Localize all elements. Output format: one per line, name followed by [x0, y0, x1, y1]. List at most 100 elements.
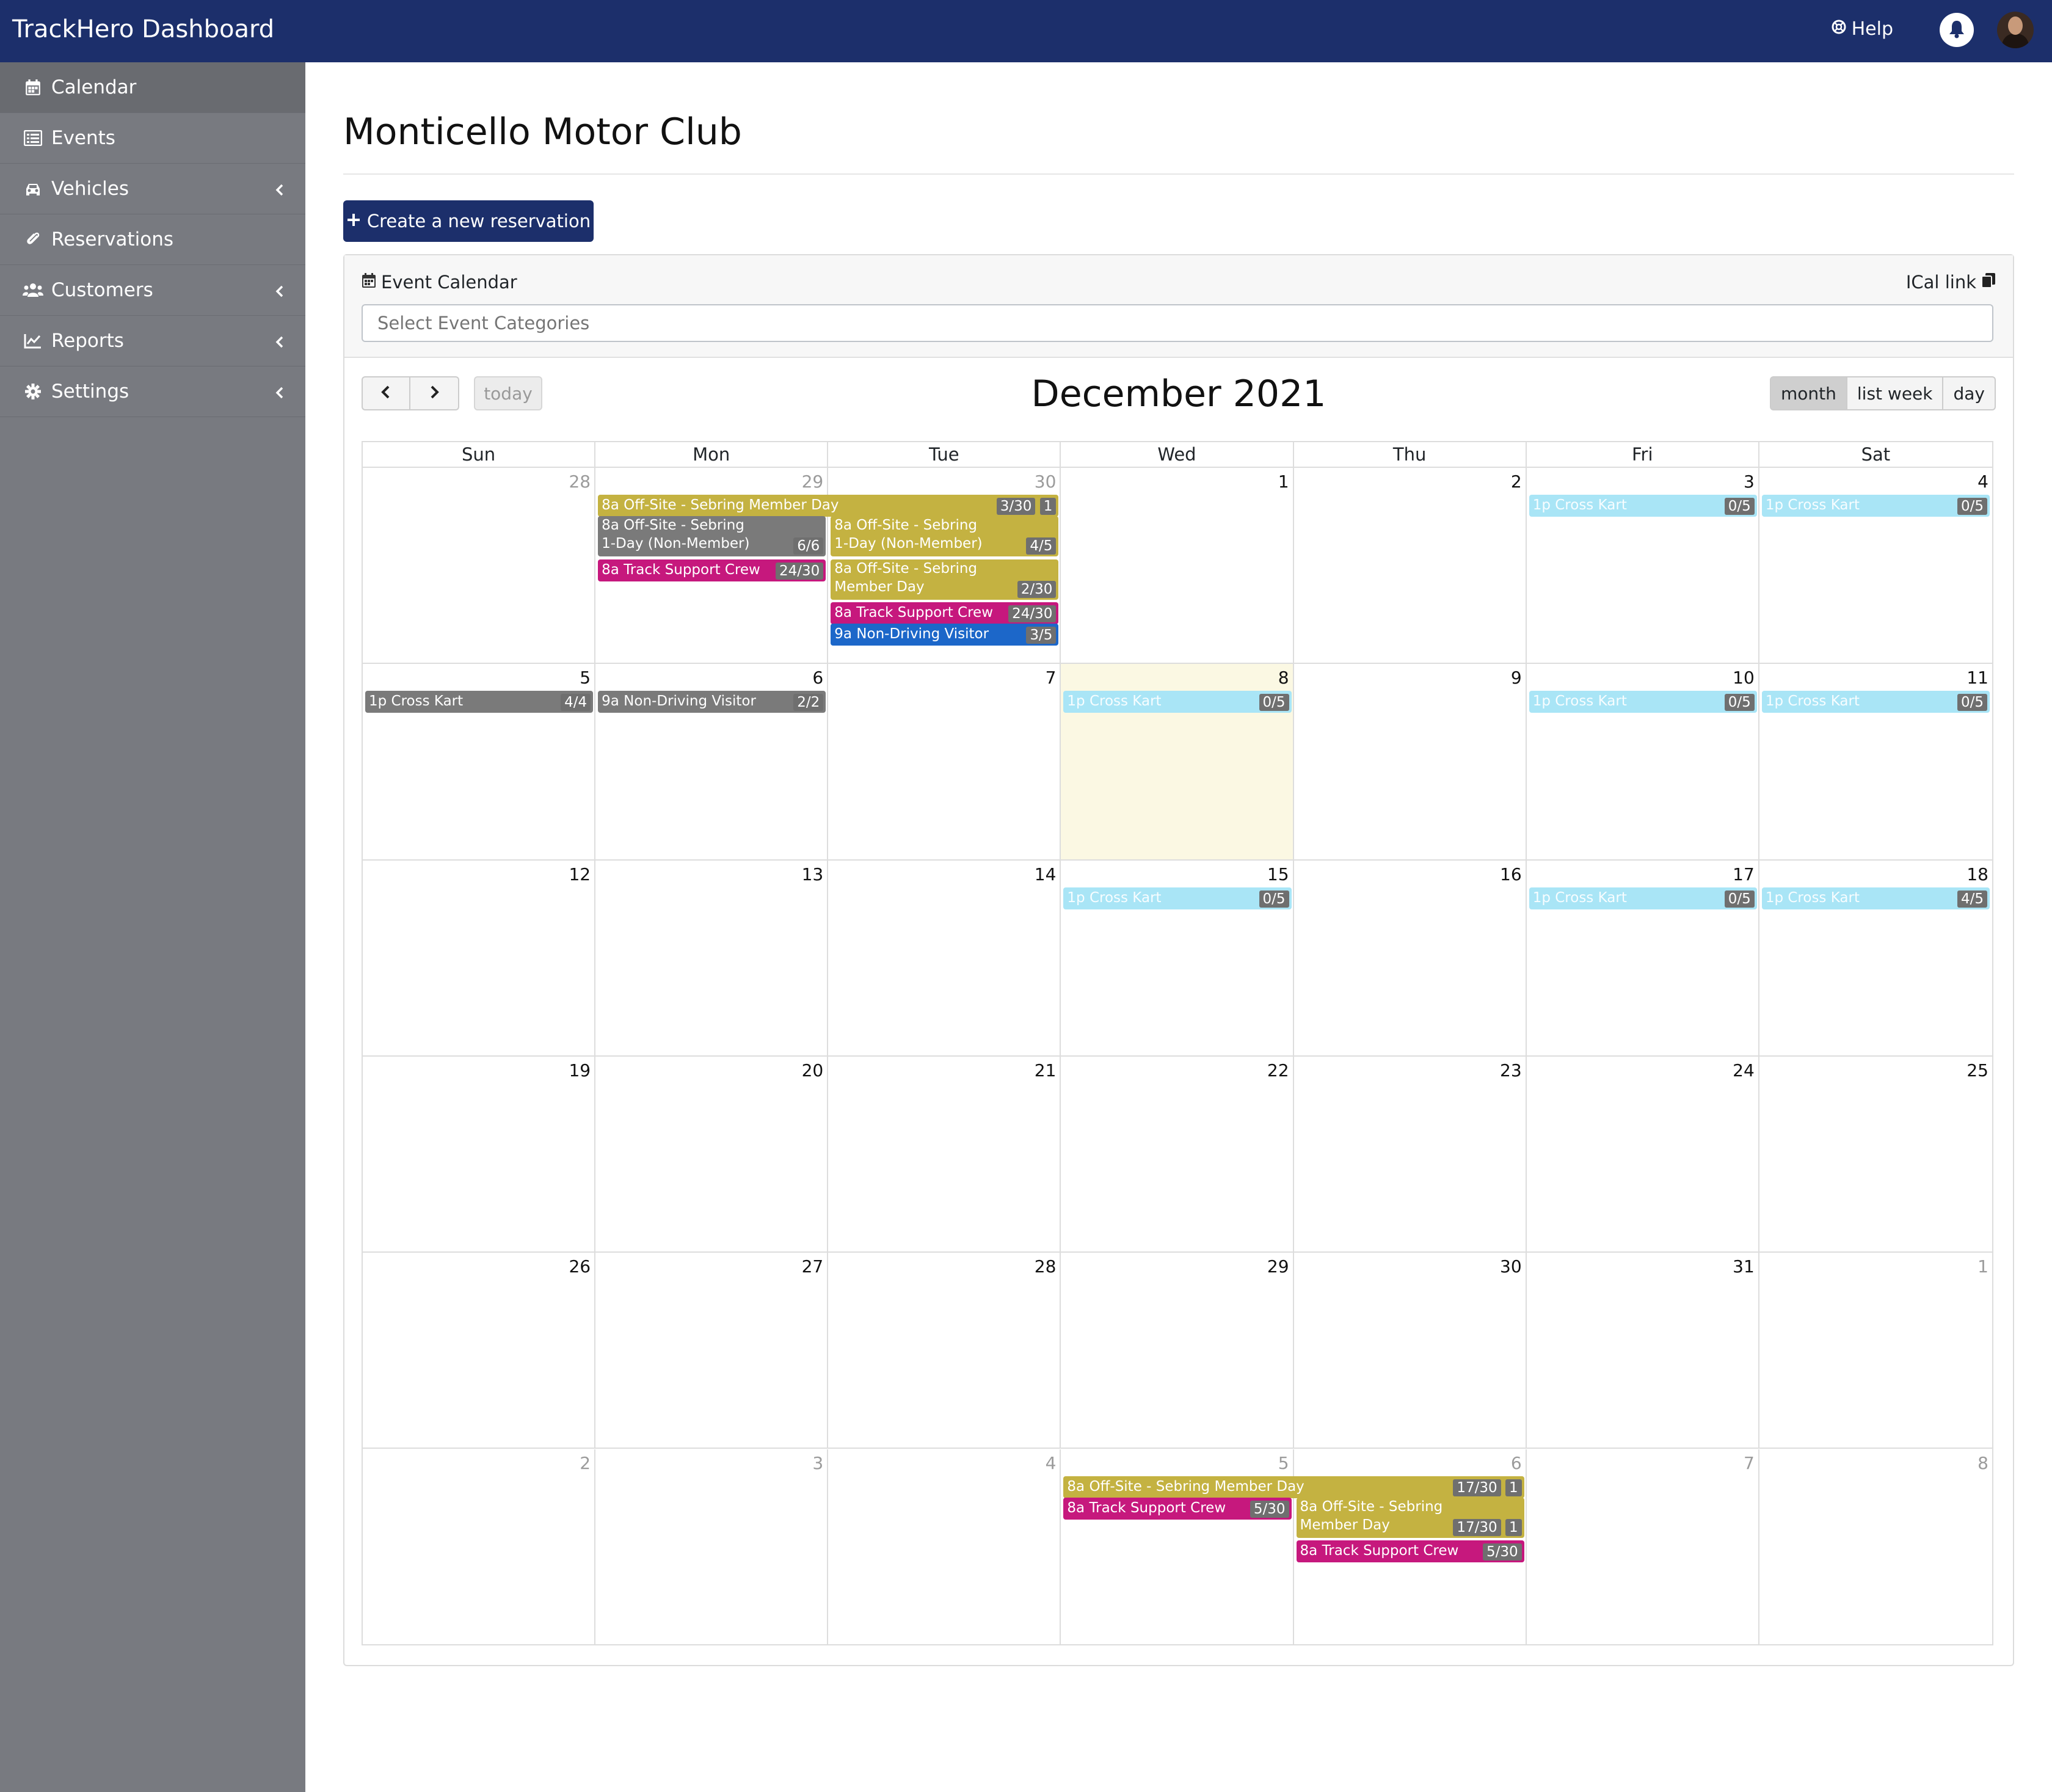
sidebar-item-customers[interactable]: Customers	[0, 265, 305, 316]
user-avatar[interactable]	[1997, 12, 2034, 48]
day-number[interactable]: 15	[1267, 864, 1289, 885]
day-number[interactable]: 18	[1967, 864, 1988, 885]
day-number[interactable]: 12	[569, 864, 591, 885]
calendar-event[interactable]: 9a Non-Driving Visitor 2/2	[598, 691, 826, 713]
day-cell[interactable]: 13	[595, 860, 829, 1057]
day-number[interactable]: 1	[1977, 1256, 1988, 1277]
ical-link[interactable]: ICal link	[1906, 270, 1996, 294]
day-cell[interactable]: 25	[1759, 1057, 1992, 1253]
day-cell[interactable]: 2	[1293, 468, 1527, 665]
calendar-event[interactable]: 1p Cross Kart 0/5	[1529, 691, 1757, 713]
calendar-event[interactable]: 1p Cross Kart 4/4	[365, 691, 594, 713]
day-cell[interactable]: 7	[1527, 1449, 1759, 1645]
day-cell[interactable]: 7	[828, 664, 1061, 861]
app-title[interactable]: TrackHero Dashboard	[12, 13, 274, 45]
day-cell[interactable]: 23	[1293, 1056, 1527, 1253]
day-number[interactable]: 20	[802, 1060, 824, 1081]
day-number[interactable]: 2	[580, 1453, 591, 1474]
day-number[interactable]: 4	[1046, 1453, 1057, 1474]
day-cell[interactable]: 4	[828, 1449, 1061, 1645]
day-cell[interactable]: 28	[828, 1253, 1061, 1449]
sidebar-item-vehicles[interactable]: Vehicles	[0, 164, 305, 214]
day-number[interactable]: 3	[1744, 472, 1755, 492]
calendar-event[interactable]: 1p Cross Kart 0/5	[1529, 495, 1757, 517]
view-month-button[interactable]: month	[1770, 376, 1847, 410]
calendar-event[interactable]: 8a Track Support Crew 24/30	[831, 602, 1059, 624]
calendar-event[interactable]: 8a Off-Site - Sebring Member Day 2/30	[831, 559, 1059, 600]
sidebar-item-reservations[interactable]: Reservations	[0, 214, 305, 265]
day-number[interactable]: 28	[1035, 1256, 1057, 1277]
day-number[interactable]: 29	[1267, 1256, 1289, 1277]
day-number[interactable]: 8	[1977, 1453, 1988, 1474]
day-cell[interactable]: 29	[1061, 1253, 1294, 1449]
sidebar-item-calendar[interactable]: Calendar	[0, 62, 305, 113]
day-cell[interactable]: 28	[363, 468, 596, 665]
calendar-event[interactable]: 1p Cross Kart 0/5	[1063, 887, 1292, 909]
day-number[interactable]: 14	[1035, 864, 1057, 885]
day-number[interactable]: 25	[1967, 1060, 1988, 1081]
day-number[interactable]: 7	[1744, 1453, 1755, 1474]
day-cell[interactable]: 12	[363, 860, 596, 1057]
day-number[interactable]: 23	[1500, 1060, 1522, 1081]
calendar-event[interactable]: 1p Cross Kart 0/5	[1063, 691, 1292, 713]
day-number[interactable]: 7	[1046, 668, 1057, 688]
day-number[interactable]: 19	[569, 1060, 591, 1081]
day-cell[interactable]: 22	[1061, 1056, 1294, 1253]
calendar-event[interactable]: 8a Off-Site - Sebring Member Day 17/30 1	[1296, 1497, 1524, 1538]
calendar-event[interactable]: 1p Cross Kart 0/5	[1529, 887, 1757, 909]
day-cell[interactable]: 2	[363, 1449, 596, 1645]
sidebar-item-settings[interactable]: Settings	[0, 366, 305, 417]
day-cell[interactable]: 1	[1061, 468, 1294, 665]
event-categories-select[interactable]	[362, 304, 1993, 342]
create-reservation-button[interactable]: Create a new reservation	[343, 200, 594, 242]
calendar-event[interactable]: 8a Off-Site - Sebring Member Day 3/30 1	[598, 495, 1059, 517]
day-cell[interactable]: 26	[363, 1253, 596, 1449]
day-cell[interactable]: 19	[363, 1056, 596, 1253]
sidebar-item-events[interactable]: Events	[0, 113, 305, 164]
day-number[interactable]: 5	[580, 668, 591, 688]
calendar-event[interactable]: 1p Cross Kart 0/5	[1761, 495, 1990, 517]
day-number[interactable]: 16	[1500, 864, 1522, 885]
day-cell[interactable]: 27	[595, 1253, 829, 1449]
day-cell[interactable]: 1	[1759, 1253, 1992, 1449]
day-number[interactable]: 9	[1511, 668, 1522, 688]
day-number[interactable]: 30	[1500, 1256, 1522, 1277]
calendar-event[interactable]: 8a Off-Site - Sebring 1-Day (Non-Member)…	[598, 516, 826, 557]
day-cell[interactable]: 3	[595, 1449, 829, 1645]
day-number[interactable]: 4	[1977, 472, 1988, 492]
day-number[interactable]: 29	[802, 472, 824, 492]
day-number[interactable]: 2	[1511, 472, 1522, 492]
day-cell[interactable]: 21	[828, 1056, 1061, 1253]
calendar-event[interactable]: 8a Track Support Crew 5/30	[1296, 1540, 1524, 1563]
calendar-event[interactable]: 1p Cross Kart 4/5	[1761, 887, 1990, 909]
calendar-event[interactable]: 9a Non-Driving Visitor 3/5	[831, 624, 1059, 646]
day-number[interactable]: 17	[1733, 864, 1755, 885]
day-cell[interactable]: 14	[828, 860, 1061, 1057]
day-cell[interactable]: 30	[1293, 1253, 1527, 1449]
day-cell[interactable]: 31	[1526, 1253, 1759, 1449]
day-number[interactable]: 3	[812, 1453, 823, 1474]
calendar-event[interactable]: 8a Track Support Crew 5/30	[1063, 1497, 1292, 1520]
view-day-button[interactable]: day	[1943, 376, 1996, 410]
day-number[interactable]: 27	[802, 1256, 824, 1277]
calendar-event[interactable]: 8a Off-Site - Sebring 1-Day (Non-Member)…	[831, 516, 1059, 557]
view-list-week-button[interactable]: list week	[1847, 376, 1944, 410]
day-number[interactable]: 11	[1967, 668, 1988, 688]
day-cell[interactable]: 20	[595, 1056, 829, 1253]
day-number[interactable]: 31	[1733, 1256, 1755, 1277]
day-number[interactable]: 6	[812, 668, 823, 688]
day-number[interactable]: 10	[1733, 668, 1755, 688]
day-number[interactable]: 26	[569, 1256, 591, 1277]
day-number[interactable]: 28	[569, 472, 591, 492]
sidebar-item-reports[interactable]: Reports	[0, 316, 305, 366]
notifications-button[interactable]	[1940, 13, 1974, 47]
calendar-event[interactable]: 8a Track Support Crew 24/30	[598, 559, 826, 581]
calendar-event[interactable]: 8a Off-Site - Sebring Member Day 17/30 1	[1063, 1476, 1524, 1498]
calendar-event[interactable]: 1p Cross Kart 0/5	[1761, 691, 1990, 713]
day-number[interactable]: 1	[1278, 472, 1289, 492]
day-number[interactable]: 21	[1035, 1060, 1057, 1081]
day-number[interactable]: 13	[802, 864, 824, 885]
help-link[interactable]: Help	[1831, 17, 1893, 42]
day-cell[interactable]: 24	[1526, 1056, 1759, 1253]
day-number[interactable]: 30	[1035, 472, 1057, 492]
